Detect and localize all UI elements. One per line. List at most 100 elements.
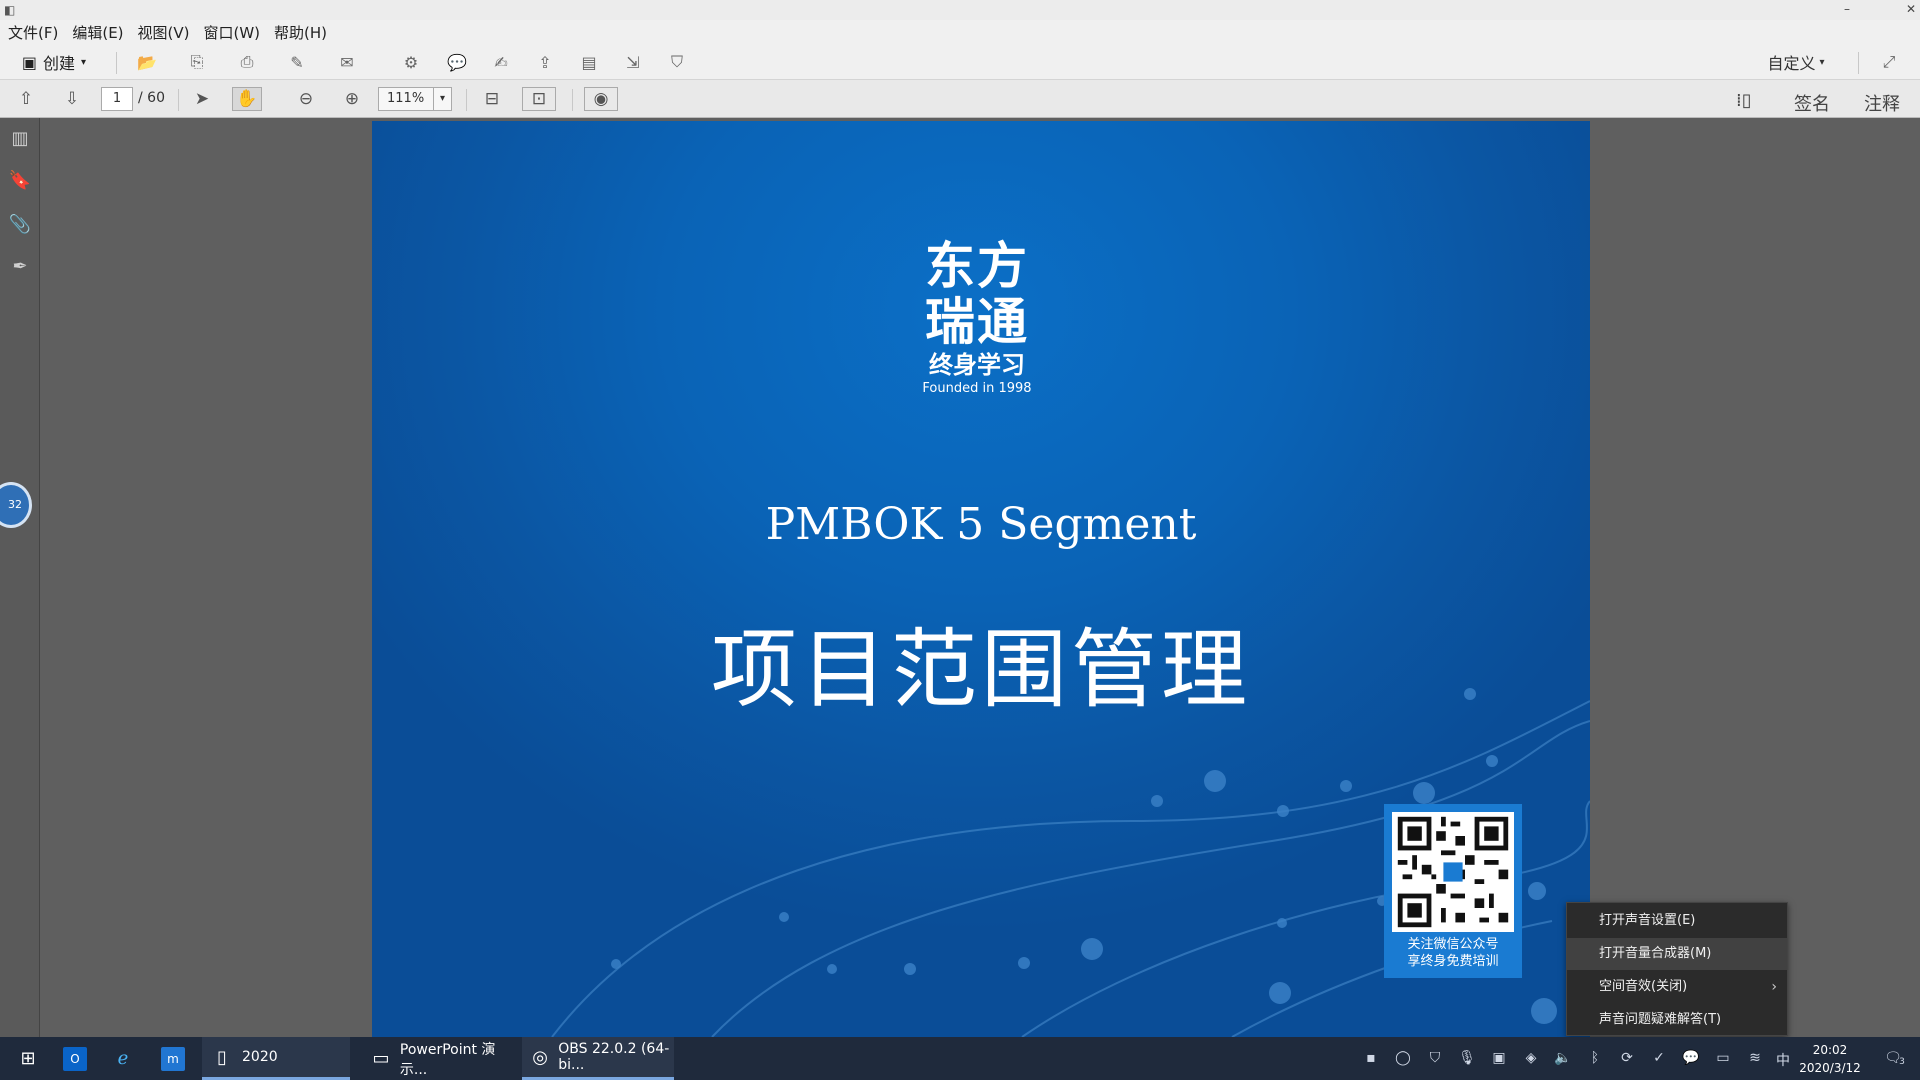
bookmarks-icon[interactable]: 🔖 [8, 170, 32, 194]
tray-bluetooth-icon[interactable]: ᛒ [1586, 1050, 1604, 1068]
company-logo: 东方 瑞通 终身学习 Founded in 1998 [912, 238, 1042, 398]
logo-line-1: 东方 [925, 237, 1029, 295]
open-icon[interactable]: 📂 [134, 50, 160, 74]
pdf-reader-window: ◧ – ✕ 文件(F) 编辑(E) 视图(V) 窗口(W) 帮助(H) ▣ 创建… [0, 0, 1920, 1080]
save-icon[interactable]: ⎘ [184, 50, 210, 74]
obs-icon: ◎ [532, 1046, 548, 1068]
tray-wifi-icon[interactable]: ≋ [1746, 1050, 1764, 1068]
zoom-out-icon[interactable]: ⊖ [294, 87, 318, 111]
tray-battery-icon[interactable]: ▭ [1714, 1050, 1732, 1068]
read-mode-icon[interactable]: ◉ [584, 87, 618, 111]
outlook-icon[interactable]: O [60, 1037, 90, 1080]
print-icon[interactable]: ⎙ [234, 50, 260, 74]
create-icon: ▣ [21, 52, 38, 72]
clock-time: 20:02 [1812, 1043, 1848, 1057]
qr-caption-line-2: 享终身免费培训 [1407, 954, 1499, 969]
create-button[interactable]: ▣ 创建 ▾ [10, 50, 98, 74]
taskbar-item-obs[interactable]: ◎ OBS 22.0.2 (64-bi... [522, 1037, 674, 1080]
ie-logo-icon: ℯ [117, 1048, 129, 1069]
extract-icon[interactable]: ⇲ [620, 50, 646, 74]
expand-icon[interactable]: ⤢ [1876, 50, 1902, 74]
signatures-icon[interactable]: ✒ [8, 256, 32, 280]
windows-icon: ⊞ [20, 1048, 36, 1069]
navigation-toolbar: ⇧ ⇩ 1 / 60 ➤ ✋ ⊖ ⊕ 111% ▾ ⊟ ⊡ ◉ ⁞▯ 签名 注释 [0, 80, 1920, 118]
tray-microphone-icon[interactable]: 🎙 [1458, 1050, 1476, 1068]
menu-view[interactable]: 视图(V) [138, 22, 190, 43]
taskbar-item-powerpoint[interactable]: ▭ PowerPoint 演示... [362, 1037, 512, 1080]
settings-icon[interactable]: ⚙ [398, 50, 424, 74]
menu-edit[interactable]: 编辑(E) [72, 22, 123, 43]
review-icon[interactable]: ✍ [488, 50, 514, 74]
zoom-value: 111% [387, 91, 425, 106]
menu-window[interactable]: 窗口(W) [204, 22, 261, 43]
chevron-down-icon[interactable]: ▾ [433, 88, 451, 110]
system-clock[interactable]: 20:02 2020/3/12 [1790, 1041, 1870, 1077]
qr-code-image [1392, 812, 1514, 932]
toolbar-divider [116, 52, 117, 74]
menu-item-open-volume-mixer[interactable]: 打开音量合成器(M) [1567, 938, 1787, 970]
logo-line-2: 瑞通 [925, 293, 1029, 351]
zoom-select[interactable]: 111% ▾ [378, 87, 452, 111]
main-toolbar: ▣ 创建 ▾ 📂 ⎘ ⎙ ✎ ✉ ⚙ 💬 ✍ ⇪ ▤ ⇲ ⛉ 自定义 ▾ ⤢ [0, 44, 1920, 80]
outlook-logo-icon: O [63, 1046, 87, 1071]
previous-page-icon[interactable]: ⇧ [14, 87, 38, 111]
toolbar-divider [572, 89, 573, 111]
tray-display-icon[interactable]: ▣ [1490, 1050, 1508, 1068]
page-number-input[interactable]: 1 [101, 87, 133, 111]
slide-title: 项目范围管理 [711, 620, 1251, 720]
ie-icon[interactable]: ℯ [108, 1037, 138, 1080]
tray-app-icon[interactable]: ▪ [1362, 1050, 1380, 1068]
slide-page: 东方 瑞通 终身学习 Founded in 1998 PMBOK 5 Segme… [372, 121, 1590, 1037]
powerpoint-icon: ▭ [372, 1048, 390, 1069]
chevron-down-icon: ▾ [1819, 56, 1825, 68]
tray-check-icon[interactable]: ✓ [1650, 1050, 1668, 1068]
menu-item-open-sound-settings[interactable]: 打开声音设置(E) [1567, 905, 1787, 937]
comment-bubble-icon[interactable]: 💬 [444, 50, 470, 74]
menu-bar: 文件(F) 编辑(E) 视图(V) 窗口(W) 帮助(H) [0, 20, 1920, 44]
menu-help[interactable]: 帮助(H) [274, 22, 327, 43]
chevron-down-icon: ▾ [81, 56, 87, 68]
sign-button[interactable]: 签名 [1794, 90, 1830, 116]
close-icon[interactable]: ✕ [1906, 2, 1916, 16]
notification-count: 3 [1899, 1057, 1905, 1067]
document-view[interactable]: 东方 瑞通 终身学习 Founded in 1998 PMBOK 5 Segme… [40, 118, 1920, 1037]
comment-button[interactable]: 注释 [1864, 90, 1900, 116]
page-thumbnails-icon[interactable]: ▥ [8, 128, 32, 152]
tray-sync-icon[interactable]: ⟳ [1618, 1050, 1636, 1068]
chevron-right-icon: › [1771, 979, 1777, 995]
tray-record-icon[interactable]: ◯ [1394, 1050, 1412, 1068]
tray-shield-icon[interactable]: ⛉ [1426, 1050, 1444, 1068]
export-icon[interactable]: ⇪ [532, 50, 558, 74]
tray-chat-icon[interactable]: 💬 [1682, 1050, 1700, 1068]
pdf-doc-icon: ▯ [217, 1046, 227, 1068]
navigation-sidebar: ▥ 🔖 📎 ✒ 32 [0, 118, 40, 1037]
tray-security-icon[interactable]: ◈ [1522, 1050, 1540, 1068]
toolbar-divider [178, 89, 179, 111]
minimize-icon[interactable]: – [1844, 2, 1850, 16]
app-pinned-icon[interactable]: m [158, 1037, 188, 1080]
logo-line-4: Founded in 1998 [922, 381, 1032, 396]
attachments-icon[interactable]: 📎 [8, 214, 32, 238]
floating-bubble[interactable]: 32 [0, 482, 32, 528]
fit-width-icon[interactable]: ⊡ [522, 87, 556, 111]
zoom-in-icon[interactable]: ⊕ [340, 87, 364, 111]
protect-icon[interactable]: ⛉ [664, 50, 690, 74]
customize-button[interactable]: 自定义 ▾ [1756, 50, 1836, 74]
pages-icon[interactable]: ▤ [576, 50, 602, 74]
spatial-sound-label: 空间音效(关闭) [1599, 979, 1688, 994]
select-cursor-icon[interactable]: ➤ [190, 87, 214, 111]
email-icon[interactable]: ✉ [334, 50, 360, 74]
menu-item-troubleshoot-sound[interactable]: 声音问题疑难解答(T) [1567, 1004, 1787, 1036]
fit-page-icon[interactable]: ⊟ [480, 87, 504, 111]
taskbar-item-label: 2020 [242, 1049, 278, 1065]
tray-speaker-icon[interactable]: 🔈 [1554, 1050, 1572, 1068]
taskbar-item-pdf[interactable]: ▯ 2020 [202, 1037, 350, 1080]
tools-panel-icon[interactable]: ⁞▯ [1736, 90, 1752, 111]
next-page-icon[interactable]: ⇩ [60, 87, 84, 111]
menu-item-spatial-sound[interactable]: 空间音效(关闭) › [1567, 971, 1787, 1003]
start-button[interactable]: ⊞ [10, 1037, 46, 1080]
hand-tool-icon[interactable]: ✋ [232, 87, 262, 111]
customize-label: 自定义 [1767, 54, 1816, 73]
menu-file[interactable]: 文件(F) [8, 22, 58, 43]
edit-icon[interactable]: ✎ [284, 50, 310, 74]
